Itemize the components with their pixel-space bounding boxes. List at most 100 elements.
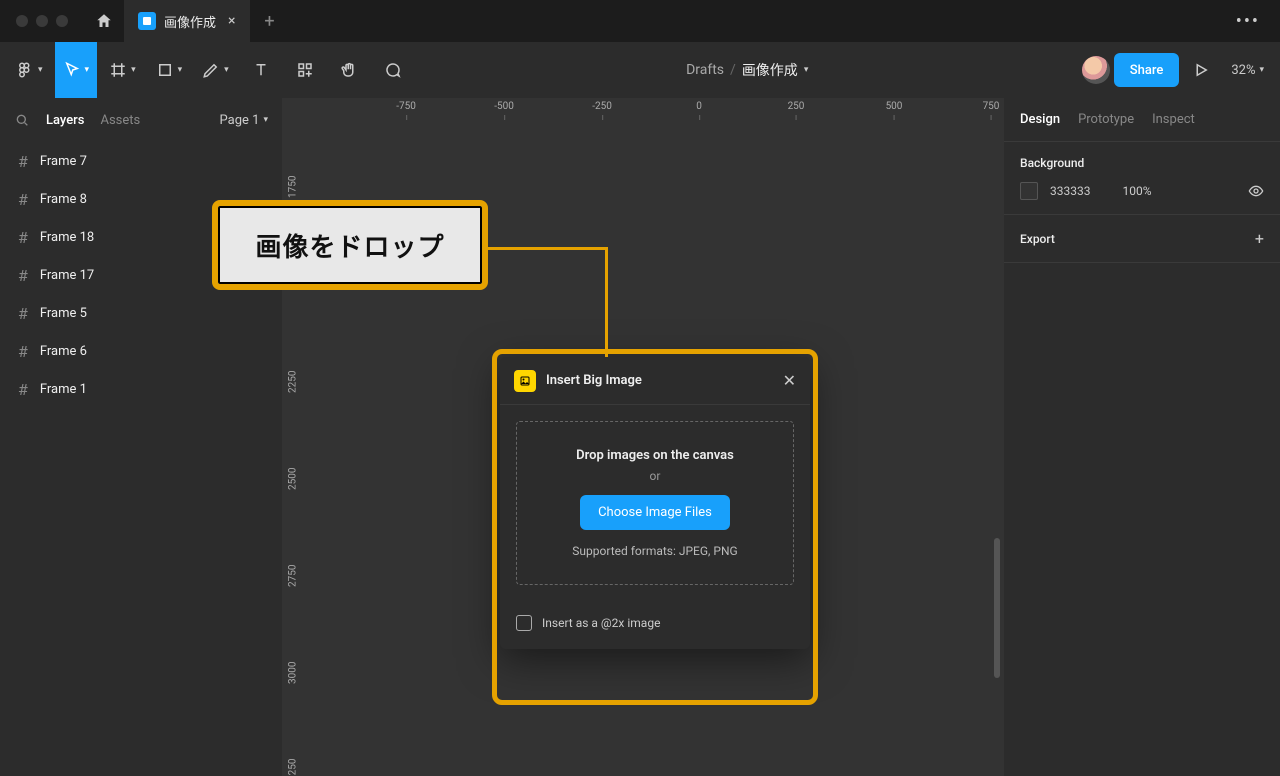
tab-inspect[interactable]: Inspect: [1152, 112, 1195, 127]
main-toolbar: ▾ ▾ ▾ ▾ ▾ Drafts / 画像作成 ▾ Share 32% ▾: [0, 42, 1280, 98]
section-title: Export: [1020, 232, 1055, 246]
frame-icon: #: [18, 266, 28, 285]
ruler-tick: 2250: [288, 373, 299, 393]
ruler-tick: 2500: [288, 470, 299, 490]
ruler-tick: 500: [886, 101, 903, 112]
frame-icon: #: [18, 190, 28, 209]
text-tool-button[interactable]: [241, 50, 281, 90]
layer-label: Frame 18: [40, 230, 94, 245]
ruler-tick: 3000: [288, 664, 299, 684]
ruler-tick: -250: [592, 101, 612, 112]
drop-zone-or: or: [529, 469, 781, 483]
tab-icon: [138, 12, 156, 30]
ruler-tick: 750: [983, 101, 1000, 112]
right-panel-tabs: Design Prototype Inspect: [1004, 98, 1280, 142]
annotation-connector: [488, 247, 608, 250]
checkbox-label: Insert as a @2x image: [542, 616, 660, 630]
page-selector[interactable]: Page 1 ▾: [220, 113, 268, 128]
new-tab-button[interactable]: +: [250, 11, 290, 32]
export-section: Export +: [1004, 215, 1280, 263]
tab-layers[interactable]: Layers: [46, 113, 84, 128]
ruler-horizontal: -750 -500 -250 0 250 500 750: [304, 98, 1004, 120]
close-icon[interactable]: ✕: [783, 371, 796, 390]
layer-label: Frame 7: [40, 154, 87, 169]
ruler-tick: 0: [696, 101, 702, 112]
search-icon[interactable]: [14, 112, 30, 128]
traffic-max[interactable]: [56, 15, 68, 27]
tab-design[interactable]: Design: [1020, 112, 1060, 127]
shape-tool-button[interactable]: ▾: [148, 50, 191, 90]
checkbox-2x[interactable]: [516, 615, 532, 631]
hand-tool-button[interactable]: [329, 50, 369, 90]
frame-tool-button[interactable]: ▾: [101, 50, 144, 90]
breadcrumb-file: 画像作成: [742, 60, 798, 80]
home-button[interactable]: [84, 0, 124, 42]
color-hex[interactable]: 333333: [1050, 184, 1090, 198]
ruler-tick: 2750: [288, 567, 299, 587]
layer-item[interactable]: #Frame 1: [0, 370, 282, 408]
resources-button[interactable]: [285, 50, 325, 90]
layer-label: Frame 8: [40, 192, 87, 207]
chevron-down-icon: ▾: [178, 65, 183, 75]
chevron-down-icon: ▾: [131, 65, 136, 75]
left-panel-header: Layers Assets Page 1 ▾: [0, 98, 282, 142]
tab-prototype[interactable]: Prototype: [1078, 112, 1134, 127]
layer-label: Frame 5: [40, 306, 87, 321]
window-titlebar: 画像作成 × + •••: [0, 0, 1280, 42]
ruler-tick: 3250: [288, 761, 299, 776]
scrollbar-vertical[interactable]: [994, 538, 1000, 678]
tab-label: 画像作成: [164, 12, 216, 31]
ruler-tick: -750: [396, 101, 416, 112]
choose-files-button[interactable]: Choose Image Files: [580, 495, 730, 530]
pen-tool-button[interactable]: ▾: [194, 50, 237, 90]
close-tab-icon[interactable]: ×: [228, 13, 235, 29]
chevron-down-icon: ▾: [38, 65, 43, 75]
avatar[interactable]: [1082, 56, 1110, 84]
frame-icon: #: [18, 304, 28, 323]
color-opacity[interactable]: 100%: [1122, 184, 1151, 198]
layer-label: Frame 6: [40, 344, 87, 359]
color-swatch[interactable]: [1020, 182, 1038, 200]
frame-icon: #: [18, 152, 28, 171]
breadcrumb[interactable]: Drafts / 画像作成 ▾: [417, 60, 1078, 80]
visibility-icon[interactable]: [1248, 183, 1264, 199]
zoom-value: 32%: [1231, 63, 1255, 78]
overflow-menu-icon[interactable]: •••: [1224, 11, 1272, 32]
callout-text: 画像をドロップ: [255, 227, 444, 264]
chevron-down-icon: ▾: [224, 65, 229, 75]
chevron-down-icon: ▾: [804, 65, 809, 75]
traffic-close[interactable]: [16, 15, 28, 27]
supported-formats: Supported formats: JPEG, PNG: [529, 544, 781, 558]
frame-icon: #: [18, 380, 28, 399]
right-panel: Design Prototype Inspect Background 3333…: [1004, 98, 1280, 776]
breadcrumb-root: Drafts: [686, 62, 724, 78]
layer-item[interactable]: # Frame 5: [0, 294, 282, 332]
drop-zone-title: Drop images on the canvas: [529, 448, 781, 463]
breadcrumb-separator: /: [730, 62, 736, 78]
present-button[interactable]: [1183, 61, 1219, 79]
add-export-button[interactable]: +: [1255, 229, 1264, 248]
document-tab[interactable]: 画像作成 ×: [124, 0, 250, 42]
plugin-header: Insert Big Image ✕: [500, 357, 810, 405]
share-label: Share: [1130, 63, 1164, 78]
plugin-icon: [514, 370, 536, 392]
share-button[interactable]: Share: [1114, 53, 1180, 87]
comment-tool-button[interactable]: [373, 50, 413, 90]
plugin-title: Insert Big Image: [546, 373, 642, 388]
layer-item[interactable]: #Frame 6: [0, 332, 282, 370]
figma-menu-button[interactable]: ▾: [8, 50, 51, 90]
tab-assets[interactable]: Assets: [100, 113, 140, 128]
ruler-corner: [282, 98, 304, 120]
zoom-selector[interactable]: 32% ▾: [1223, 63, 1272, 78]
ruler-tick: 1750: [288, 178, 299, 198]
chevron-down-icon: ▾: [263, 115, 268, 125]
chevron-down-icon: ▾: [1259, 65, 1264, 75]
annotation-callout: 画像をドロップ: [212, 200, 488, 290]
background-row: 333333 100%: [1020, 182, 1264, 200]
drop-zone[interactable]: Drop images on the canvas or Choose Imag…: [516, 421, 794, 585]
background-section: Background 333333 100%: [1004, 142, 1280, 215]
move-tool-button[interactable]: ▾: [55, 42, 98, 98]
plugin-dialog: Insert Big Image ✕ Drop images on the ca…: [500, 357, 810, 649]
layer-item[interactable]: # Frame 7: [0, 142, 282, 180]
traffic-min[interactable]: [36, 15, 48, 27]
